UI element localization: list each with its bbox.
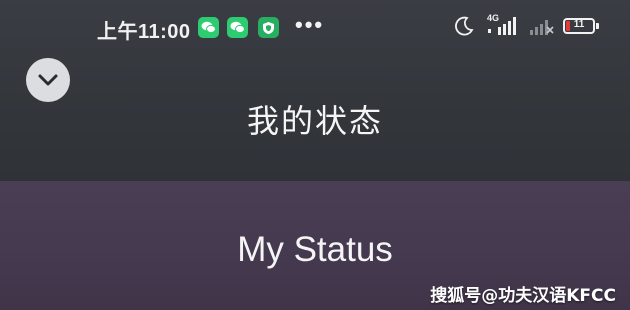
page-title: 我的状态 bbox=[246, 102, 383, 140]
watermark: 搜狐号@功夫汉语KFCC bbox=[430, 286, 616, 306]
moon-icon bbox=[454, 16, 474, 41]
battery-level: 11 bbox=[573, 19, 585, 30]
wechat-icon bbox=[227, 17, 248, 38]
battery-cap bbox=[596, 23, 599, 29]
page-subtitle: My Status bbox=[237, 230, 393, 269]
shield-icon bbox=[258, 17, 279, 38]
wechat-icon bbox=[198, 17, 219, 38]
no-signal-icon bbox=[529, 16, 555, 41]
signal-icon bbox=[486, 14, 522, 41]
more-icon: ••• bbox=[295, 12, 325, 37]
status-time: 上午11:00 bbox=[97, 21, 191, 43]
chevron-down-icon bbox=[38, 74, 58, 86]
battery-icon: 11 bbox=[563, 18, 595, 34]
